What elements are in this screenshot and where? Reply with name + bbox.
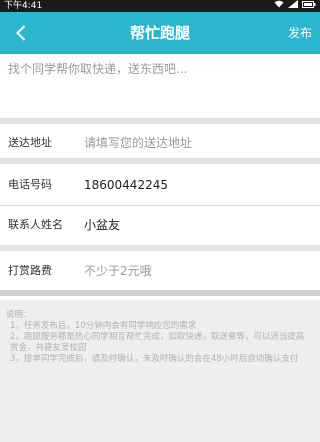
reward-label: 打赏路费 [8,264,52,277]
phone-label: 电话号码 [8,178,52,191]
status-bar: 下午4:41 [0,0,320,12]
notes-panel: 说明： 1，任务发布后，10分钟内会有同学响应您的需求 2，跑腿服务都是热心同学… [0,300,320,442]
reward-placeholder: 不少于2元哦 [84,264,152,278]
signal-icon [288,0,298,8]
notes-line: 2，跑腿服务都是热心同学相互帮忙完成，如取快递，取送餐等，可以适当提高赏金，共建… [10,332,305,353]
publish-button[interactable]: 发布 [288,12,312,54]
contact-name-value: 小盆友 [84,218,121,232]
status-time: 下午4:41 [4,1,43,11]
battery-icon [302,0,316,8]
notes-line: 1，任务发布后，10分钟内会有同学响应您的需求 [10,321,197,331]
notes-title: 说明： [6,310,32,320]
section-divider [0,245,320,251]
page-title: 帮忙跑腿 [129,24,190,42]
address-field[interactable]: 送达地址 请填写您的送达地址 [0,124,320,162]
description-placeholder: 找个同学帮你取快递，送东西吧... [8,62,188,76]
contact-name-label: 联系人姓名 [8,218,63,231]
description-input[interactable]: 找个同学帮你取快递，送东西吧... [0,54,320,118]
back-button[interactable] [6,12,36,54]
address-label: 送达地址 [8,136,52,149]
section-divider [0,158,320,164]
chevron-left-icon [16,25,26,41]
address-placeholder: 请填写您的送达地址 [84,136,193,150]
app-header: 帮忙跑腿 发布 [0,12,320,54]
phone-field[interactable]: 电话号码 18600442245 [0,166,320,204]
reward-field[interactable]: 打赏路费 不少于2元哦 [0,252,320,290]
notes-line: 3，接单同学完成后，请及时确认，未及时确认的会在48小时后自动确认支付 [10,354,299,364]
section-divider [0,290,320,296]
contact-name-field[interactable]: 联系人姓名 小盆友 [0,206,320,244]
wifi-icon [274,0,284,8]
phone-value: 18600442245 [84,178,168,192]
